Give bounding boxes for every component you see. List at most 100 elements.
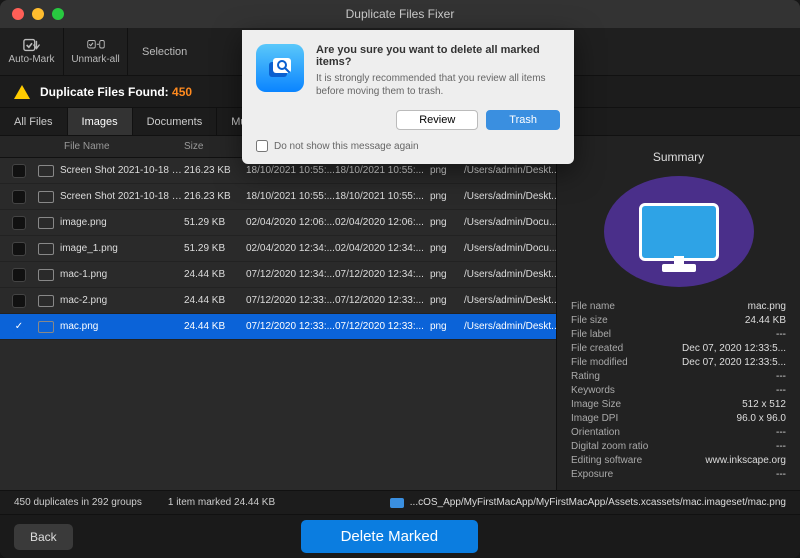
automark-button[interactable]: Auto-Mark: [0, 28, 64, 75]
file-path: /Users/admin/Deskt...: [464, 191, 556, 202]
file-type: png: [430, 243, 447, 254]
meta-key: File modified: [571, 357, 674, 368]
meta-key: File name: [571, 301, 674, 312]
maximize-icon[interactable]: [52, 8, 64, 20]
meta-value: mac.png: [682, 301, 786, 312]
monitor-icon: [639, 203, 719, 261]
image-icon: [38, 243, 54, 255]
file-date-modified: 07/12/2020 12:34:...: [335, 269, 424, 280]
table-row[interactable]: Screen Shot 2021-10-18 a...216.23 KB 18/1…: [0, 184, 556, 210]
file-path: /Users/admin/Docu...: [464, 243, 556, 254]
titlebar: Duplicate Files Fixer: [0, 0, 800, 28]
meta-key: Editing software: [571, 455, 674, 466]
row-checkbox[interactable]: [12, 294, 26, 308]
file-date-modified: 02/04/2020 12:34:...: [335, 243, 424, 254]
row-checkbox[interactable]: [12, 268, 26, 282]
window-controls: [0, 8, 64, 20]
file-name: image_1.png: [60, 243, 118, 254]
meta-key: Rating: [571, 371, 674, 382]
row-checkbox[interactable]: [12, 164, 26, 178]
checkbox-icon: [23, 38, 41, 52]
image-icon: [38, 321, 54, 333]
table-row[interactable]: ✓mac.png24.44 KB07/12/2020 12:33:...07/1…: [0, 314, 556, 340]
tab-images[interactable]: Images: [68, 108, 133, 135]
meta-key: File label: [571, 329, 674, 340]
summary-title: Summary: [571, 150, 786, 164]
status-duplicates: 450 duplicates in 292 groups: [14, 497, 142, 508]
meta-value: 96.0 x 96.0: [682, 413, 786, 424]
meta-key: Orientation: [571, 427, 674, 438]
meta-key: Exposure: [571, 469, 674, 480]
delete-marked-button[interactable]: Delete Marked: [301, 520, 479, 553]
table-body[interactable]: Screen Shot 2021-10-18 a...216.23 KB18/1…: [0, 158, 556, 490]
file-size: 24.44 KB: [184, 321, 225, 332]
file-size: 216.23 KB: [184, 165, 231, 176]
meta-value: ---: [682, 371, 786, 382]
confirm-modal: Are you sure you want to delete all mark…: [242, 30, 574, 164]
file-size: 51.29 KB: [184, 243, 225, 254]
dont-show-input[interactable]: [256, 140, 268, 152]
meta-value: 512 x 512: [682, 399, 786, 410]
row-checkbox[interactable]: ✓: [12, 320, 26, 334]
file-preview: [604, 176, 754, 287]
row-checkbox[interactable]: [12, 216, 26, 230]
col-size[interactable]: Size: [184, 141, 246, 152]
folder-icon: [390, 498, 404, 508]
meta-value: Dec 07, 2020 12:33:5...: [682, 343, 786, 354]
image-icon: [38, 191, 54, 203]
file-type: png: [430, 191, 447, 202]
unmarkall-button[interactable]: Unmark-all: [64, 28, 128, 75]
file-date-modified: 18/10/2021 10:55:...: [335, 165, 424, 176]
window-title: Duplicate Files Fixer: [0, 7, 800, 21]
file-date-created: 18/10/2021 10:55:...: [246, 191, 335, 202]
tab-documents[interactable]: Documents: [133, 108, 218, 135]
app-window: Duplicate Files Fixer Auto-Mark Unmark-a…: [0, 0, 800, 558]
file-date-created: 02/04/2020 12:06:...: [246, 217, 335, 228]
meta-key: File size: [571, 315, 674, 326]
file-date-modified: 07/12/2020 12:33:...: [335, 321, 424, 332]
bottombar: Back Delete Marked: [0, 514, 800, 558]
statusbar: 450 duplicates in 292 groups 1 item mark…: [0, 490, 800, 514]
meta-value: ---: [682, 385, 786, 396]
table-row[interactable]: mac-1.png24.44 KB07/12/2020 12:34:...07/…: [0, 262, 556, 288]
uncheck-icon: [87, 38, 105, 52]
back-button[interactable]: Back: [14, 524, 73, 550]
file-date-created: 18/10/2021 10:55:...: [246, 165, 335, 176]
trash-button[interactable]: Trash: [486, 110, 560, 130]
file-size: 24.44 KB: [184, 295, 225, 306]
meta-key: Digital zoom ratio: [571, 441, 674, 452]
meta-value: ---: [682, 441, 786, 452]
status-path: ...cOS_App/MyFirstMacApp/MyFirstMacApp/A…: [390, 497, 786, 508]
meta-value: ---: [682, 427, 786, 438]
row-checkbox[interactable]: [12, 190, 26, 204]
app-icon: [256, 44, 304, 92]
table-row[interactable]: mac-2.png 24.44 KB 07/12/2020 12:33:...07/…: [0, 288, 556, 314]
meta-value: 24.44 KB: [682, 315, 786, 326]
file-table: File Name Size Screen Shot 2021-10-18 a.…: [0, 136, 556, 490]
meta-key: Image DPI: [571, 413, 674, 424]
close-icon[interactable]: [12, 8, 24, 20]
meta-list: File name mac.png File size 24.44 KB File la…: [571, 301, 786, 480]
image-icon: [38, 269, 54, 281]
file-date-created: 07/12/2020 12:34:...: [246, 269, 335, 280]
table-row[interactable]: image_1.png 51.29 KB 02/04/2020 12:34:...0…: [0, 236, 556, 262]
meta-value: ---: [682, 469, 786, 480]
file-date-created: 07/12/2020 12:33:...: [246, 295, 335, 306]
file-size: 216.23 KB: [184, 191, 231, 202]
file-date-created: 02/04/2020 12:34:...: [246, 243, 335, 254]
row-checkbox[interactable]: [12, 242, 26, 256]
review-button[interactable]: Review: [396, 110, 478, 130]
file-name: Screen Shot 2021-10-18 a...: [60, 191, 184, 202]
file-name: mac-2.png: [60, 295, 107, 306]
file-path: /Users/admin/Deskt...: [464, 269, 556, 280]
file-date-created: 07/12/2020 12:33:...: [246, 321, 335, 332]
meta-value: ---: [682, 329, 786, 340]
tab-all-files[interactable]: All Files: [0, 108, 68, 135]
table-row[interactable]: image.png51.29 KB02/04/2020 12:06:...02/…: [0, 210, 556, 236]
file-path: /Users/admin/Deskt...: [464, 321, 556, 332]
image-icon: [38, 295, 54, 307]
minimize-icon[interactable]: [32, 8, 44, 20]
dont-show-checkbox[interactable]: Do not show this message again: [256, 140, 560, 152]
col-filename[interactable]: File Name: [34, 141, 184, 152]
file-date-modified: 07/12/2020 12:33:...: [335, 295, 424, 306]
